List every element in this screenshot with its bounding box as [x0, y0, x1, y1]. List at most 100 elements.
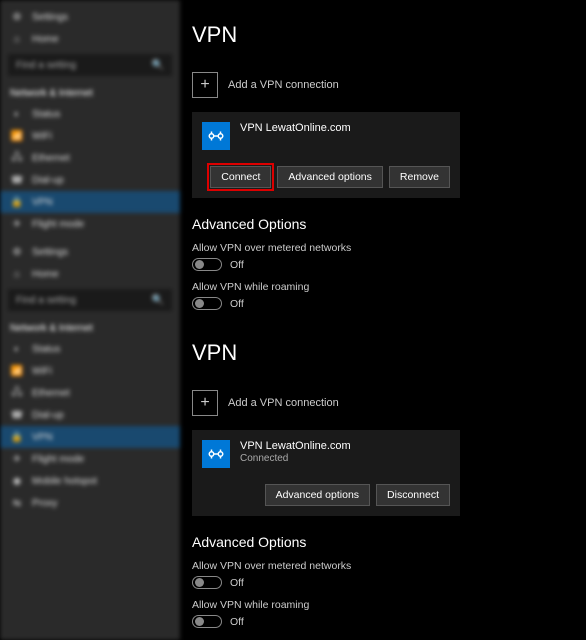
toggle-roaming[interactable]: Off	[192, 297, 586, 310]
sidebar-item-ethernet[interactable]: 🖧Ethernet	[0, 147, 180, 169]
sidebar-item-ethernet[interactable]: 🖧 Ethernet	[0, 382, 180, 404]
plus-icon: +	[192, 390, 218, 416]
proxy-icon: ⇆	[10, 496, 24, 510]
sidebar-settings[interactable]: ⚙ Settings	[0, 241, 180, 263]
sidebar-category: Network & Internet	[0, 317, 180, 338]
toggle-state: Off	[230, 298, 244, 310]
sidebar-settings-label: Settings	[32, 12, 68, 23]
toggle-metered[interactable]: Off	[192, 258, 586, 271]
toggle-roaming[interactable]: Off	[192, 615, 586, 628]
toggle-state: Off	[230, 259, 244, 271]
sidebar-item-flightmode[interactable]: ✈ Flight mode	[0, 213, 180, 235]
sidebar-item-wifi[interactable]: 📶 WiFi	[0, 360, 180, 382]
toggle-track	[192, 615, 222, 628]
settings-sidebar: ⚙ Settings ⌂ Home Find a setting 🔍 Netwo…	[0, 0, 180, 640]
vpn-icon: 🔒	[10, 430, 24, 444]
option-metered: Allow VPN over metered networks Off	[192, 242, 586, 271]
add-vpn-row[interactable]: + Add a VPN connection	[192, 66, 586, 104]
vpn-connection-status: Connected	[240, 453, 351, 464]
toggle-thumb	[195, 617, 204, 626]
plus-icon: +	[192, 72, 218, 98]
sidebar-item-wifi[interactable]: 📶 WiFi	[0, 125, 180, 147]
sidebar-item-label: Ethernet	[32, 153, 70, 164]
sidebar-item-flightmode[interactable]: ✈ Flight mode	[0, 448, 180, 470]
vpn-section-disconnected: VPN + Add a VPN connection VPN LewatOnli…	[180, 22, 586, 340]
sidebar-item-proxy[interactable]: ⇆Proxy	[0, 492, 180, 514]
advanced-options-button[interactable]: Advanced options	[277, 166, 382, 188]
toggle-thumb	[195, 260, 204, 269]
home-icon: ⌂	[10, 32, 24, 46]
dialup-icon: ☎	[10, 173, 24, 187]
toggle-state: Off	[230, 616, 244, 628]
sidebar-home-label: Home	[32, 34, 59, 45]
sidebar-settings-label: Settings	[32, 247, 68, 258]
toggle-thumb	[195, 299, 204, 308]
toggle-state: Off	[230, 577, 244, 589]
airplane-icon: ✈	[10, 452, 24, 466]
page-title: VPN	[192, 22, 586, 48]
airplane-icon: ✈	[10, 217, 24, 231]
add-vpn-label: Add a VPN connection	[228, 397, 339, 409]
toggle-track	[192, 576, 222, 589]
sidebar-item-status[interactable]: ◐ Status	[0, 338, 180, 360]
gear-icon: ⚙	[10, 245, 24, 259]
advanced-options-heading: Advanced Options	[192, 216, 586, 232]
dialup-icon: ☎	[10, 408, 24, 422]
vpn-section-connected: VPN + Add a VPN connection VPN LewatOnli…	[180, 340, 586, 640]
advanced-options-button[interactable]: Advanced options	[265, 484, 370, 506]
status-icon: ◐	[10, 342, 24, 356]
sidebar-item-label: VPN	[32, 197, 53, 208]
sidebar-home-label: Home	[32, 269, 59, 280]
option-metered: Allow VPN over metered networks Off	[192, 560, 586, 589]
sidebar-item-label: WiFi	[32, 366, 52, 377]
search-placeholder: Find a setting	[16, 60, 76, 71]
sidebar-item-label: Dial-up	[32, 410, 64, 421]
sidebar-item-label: Status	[32, 344, 60, 355]
sidebar-item-label: Dial-up	[32, 175, 64, 186]
vpn-connection-name: VPN LewatOnline.com	[240, 122, 351, 134]
sidebar-item-status[interactable]: ◐Status	[0, 103, 180, 125]
disconnect-button[interactable]: Disconnect	[376, 484, 450, 506]
sidebar-search[interactable]: Find a setting 🔍	[8, 289, 172, 311]
advanced-options-heading: Advanced Options	[192, 534, 586, 550]
sidebar-search[interactable]: Find a setting 🔍	[8, 54, 172, 76]
gear-icon: ⚙	[10, 10, 24, 24]
option-label: Allow VPN while roaming	[192, 281, 586, 293]
sidebar-item-label: Mobile hotspot	[32, 476, 97, 487]
add-vpn-label: Add a VPN connection	[228, 79, 339, 91]
wifi-icon: 📶	[10, 129, 24, 143]
toggle-thumb	[195, 578, 204, 587]
sidebar-item-label: Ethernet	[32, 388, 70, 399]
option-label: Allow VPN while roaming	[192, 599, 586, 611]
ethernet-icon: 🖧	[10, 386, 24, 400]
sidebar-item-dialup[interactable]: ☎ Dial-up	[0, 404, 180, 426]
page-title: VPN	[192, 340, 586, 366]
vpn-icon: 🔒	[10, 195, 24, 209]
wifi-icon: 📶	[10, 364, 24, 378]
sidebar-item-label: WiFi	[32, 131, 52, 142]
sidebar-item-vpn[interactable]: 🔒 VPN	[0, 191, 180, 213]
status-icon: ◐	[10, 107, 24, 121]
toggle-metered[interactable]: Off	[192, 576, 586, 589]
sidebar-item-vpn[interactable]: 🔒VPN	[0, 426, 180, 448]
sidebar-home[interactable]: ⌂ Home	[0, 28, 180, 50]
search-icon: 🔍	[152, 295, 164, 306]
hotspot-icon: ◉	[10, 474, 24, 488]
search-icon: 🔍	[152, 60, 164, 71]
option-label: Allow VPN over metered networks	[192, 560, 586, 572]
vpn-connection-card[interactable]: VPN LewatOnline.com Connected Advanced o…	[192, 430, 460, 516]
sidebar-settings[interactable]: ⚙ Settings	[0, 6, 180, 28]
sidebar-home[interactable]: ⌂ Home	[0, 263, 180, 285]
vpn-connection-icon	[202, 440, 230, 468]
toggle-track	[192, 297, 222, 310]
add-vpn-row[interactable]: + Add a VPN connection	[192, 384, 586, 422]
sidebar-category: Network & Internet	[0, 82, 180, 103]
sidebar-item-dialup[interactable]: ☎ Dial-up	[0, 169, 180, 191]
connect-button[interactable]: Connect	[210, 166, 271, 188]
vpn-connection-card[interactable]: VPN LewatOnline.com Connect Advanced opt…	[192, 112, 460, 198]
sidebar-item-hotspot[interactable]: ◉ Mobile hotspot	[0, 470, 180, 492]
sidebar-item-label: Flight mode	[32, 454, 84, 465]
remove-button[interactable]: Remove	[389, 166, 450, 188]
sidebar-item-label: Flight mode	[32, 219, 84, 230]
search-placeholder: Find a setting	[16, 295, 76, 306]
